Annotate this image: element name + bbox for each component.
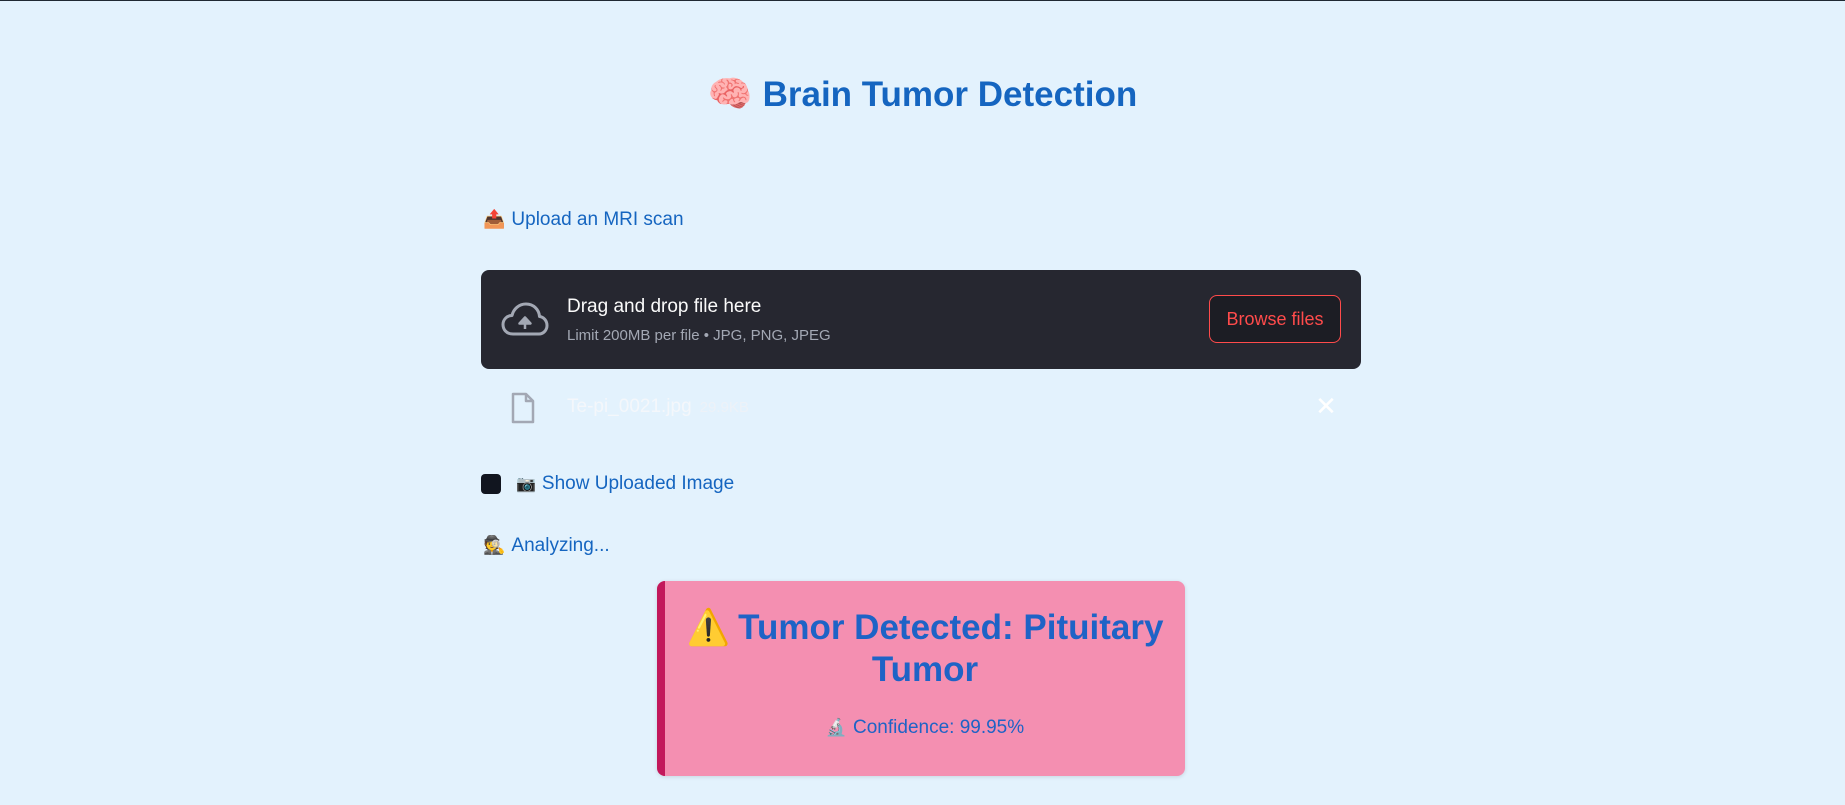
app-page: 🧠 Brain Tumor Detection 📤 Upload an MRI sc… <box>0 0 1845 805</box>
file-icon <box>511 392 535 424</box>
file-dropzone[interactable]: Drag and drop file here Limit 200MB per … <box>481 270 1361 369</box>
microscope-icon: 🔬 <box>825 718 848 737</box>
result-card: ⚠️ Tumor Detected: Pituitary Tumor 🔬 Confi… <box>657 581 1185 776</box>
camera-icon: 📷 <box>516 476 536 493</box>
top-border <box>0 0 1845 1</box>
show-image-label-text: Show Uploaded Image <box>541 473 735 494</box>
result-title-text: Tumor Detected: Pituitary Tumor <box>738 608 1164 689</box>
file-size: 29.9KB <box>699 399 749 416</box>
remove-file-close-icon[interactable]: ✕ <box>1311 391 1341 421</box>
dropzone-title: Drag and drop file here <box>567 296 762 317</box>
brain-icon: 🧠 <box>707 73 753 114</box>
analyzing-status-text: Analyzing... <box>511 535 610 556</box>
show-image-label[interactable]: 📷 Show Uploaded Image <box>516 470 734 499</box>
confidence-value: Confidence: 99.95% <box>853 717 1025 738</box>
detective-icon: 🕵️ <box>483 535 506 555</box>
result-card-accent <box>657 581 665 776</box>
file-name-text: Te-pi_0021.jpg <box>567 396 692 417</box>
uploaded-file-row: Te-pi_0021.jpg 29.9KB ✕ <box>481 386 1361 430</box>
outbox-tray-icon: 📤 <box>483 209 506 229</box>
upload-label-text: Upload an MRI scan <box>511 209 684 230</box>
browse-files-button[interactable]: Browse files <box>1209 295 1341 343</box>
confidence-text: 🔬 Confidence: 99.95% <box>665 714 1185 742</box>
page-title-text: Brain Tumor Detection <box>762 75 1138 114</box>
cloud-upload-icon <box>501 302 549 336</box>
page-title: 🧠 Brain Tumor Detection <box>0 70 1845 119</box>
result-title: ⚠️ Tumor Detected: Pituitary Tumor <box>665 607 1185 691</box>
uploaded-file-name: Te-pi_0021.jpg 29.9KB <box>567 394 749 421</box>
analyzing-status: 🕵️ Analyzing... <box>483 531 610 560</box>
upload-label: 📤 Upload an MRI scan <box>483 205 684 234</box>
show-image-checkbox[interactable] <box>481 474 501 494</box>
warning-icon: ⚠️ <box>686 608 731 647</box>
dropzone-subtitle: Limit 200MB per file • JPG, PNG, JPEG <box>567 327 831 344</box>
